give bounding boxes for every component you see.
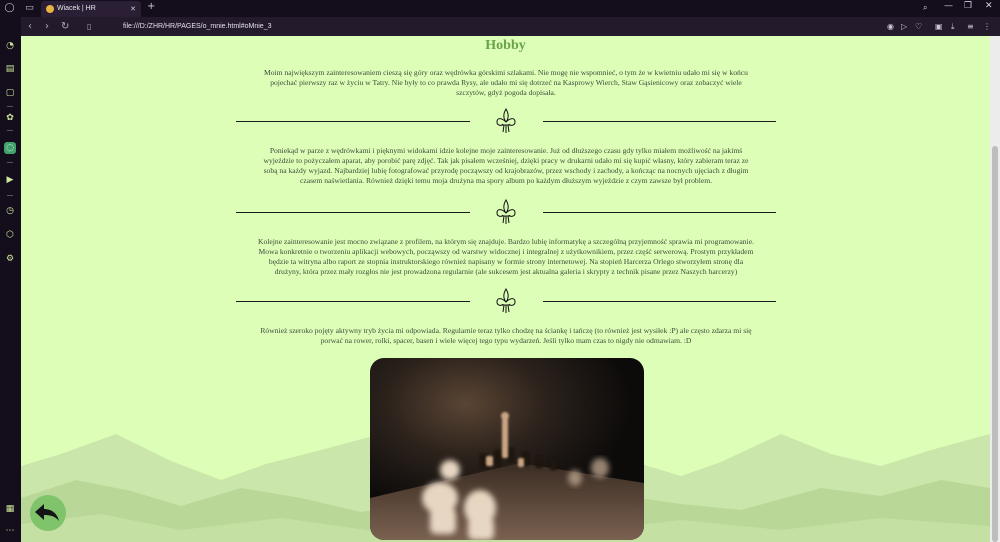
tab-close-icon[interactable]: ✕ <box>130 3 136 15</box>
paragraph-line: porwać na rower, rolki, spacer, basen i … <box>320 336 692 345</box>
shopping-bag-icon[interactable]: ▤ <box>4 63 16 75</box>
twitch-icon[interactable]: ▢ <box>4 87 16 99</box>
send-icon[interactable]: ▷ <box>901 21 907 32</box>
paragraph-line: Poniekąd w parze z wędrówkami i pięknymi… <box>269 146 743 155</box>
opera-menu-icon[interactable]: ◯ <box>4 3 15 14</box>
whatsapp-icon[interactable]: ◌ <box>4 142 16 154</box>
sidebar-separator <box>7 195 13 196</box>
paragraph-line: drużyny, która przez mały rozgłos nie je… <box>274 267 738 276</box>
paragraph-active-life: Również szeroko pojęty aktywny tryb życi… <box>211 326 801 346</box>
more-icon[interactable]: ⋯ <box>4 525 16 537</box>
paragraph-line: będzie ta witryna albo raport ze stopnia… <box>268 257 744 266</box>
paragraph-photography: Poniekąd w parze z wędrówkami i pięknymi… <box>217 146 795 186</box>
restore-button[interactable]: ❐ <box>964 1 972 11</box>
paragraph-line: czasem naświetlania. Również dzięki temu… <box>299 176 713 185</box>
paragraph-line: pojechać pierwszy raz w życiu w Tatry. N… <box>270 78 742 87</box>
section-divider <box>236 199 776 225</box>
paragraph-line: Kolejne zainteresowanie jest mocno związ… <box>258 237 754 246</box>
paragraph-programming: Kolejne zainteresowanie jest mocno związ… <box>211 237 801 277</box>
page-content: Hobby Moim największym zainteresowaniem … <box>21 36 990 542</box>
back-to-top-button[interactable] <box>30 495 66 531</box>
page-scrollbar[interactable] <box>990 36 1000 542</box>
browser-tab[interactable]: Wiacek | HR ✕ <box>41 1 141 17</box>
settings-gear-icon[interactable]: ⚙ <box>4 253 16 265</box>
more-options-icon[interactable]: ⋮ <box>983 21 991 32</box>
chatgpt-icon[interactable]: ✿ <box>4 112 16 124</box>
paragraph-line: sobą na każdy wyjazd. Najbardziej lubię … <box>263 166 749 175</box>
heart-icon[interactable]: ♡ <box>915 21 922 32</box>
pinboard-icon[interactable]: ▦ <box>4 503 16 515</box>
new-tab-button[interactable]: + <box>147 1 155 12</box>
browser-sidebar: ◔ ▤ ▢ ✿ ◌ ▶ ◷ ⬡ ⚙ ▦ ⋯ <box>0 17 21 542</box>
divider-line-right <box>543 121 776 122</box>
download-icon[interactable]: ⤓ <box>951 21 955 32</box>
wallet-icon[interactable]: ▣ <box>935 21 943 32</box>
divider-line-left <box>236 301 470 302</box>
paragraph-line: Mowa konkretnie o tworzeniu aplikacji we… <box>258 247 754 256</box>
paragraph-line: Również szeroko pojęty aktywny tryb życi… <box>260 326 752 335</box>
speed-dial-icon[interactable]: ◔ <box>4 40 16 52</box>
forward-nav-button[interactable]: › <box>45 20 49 33</box>
sidebar-separator <box>7 106 13 107</box>
paragraph-line: szczytów, gdyż pogoda dopisała. <box>456 88 556 97</box>
fleur-de-lis-icon <box>496 108 516 133</box>
fleur-de-lis-icon <box>496 288 516 313</box>
back-nav-button[interactable]: ‹ <box>28 20 32 33</box>
reload-button[interactable]: ↻ <box>61 20 69 33</box>
divider-line-right <box>543 301 776 302</box>
chess-photo <box>370 358 644 540</box>
paragraph-mountains: Moim największym zainteresowaniem cieszą… <box>217 68 795 98</box>
camera-icon[interactable]: ◉ <box>887 21 894 32</box>
scrollbar-thumb[interactable] <box>992 146 998 542</box>
section-divider <box>236 288 776 314</box>
extensions-box-icon[interactable]: ⬡ <box>4 229 16 241</box>
section-divider <box>236 108 776 134</box>
browser-title-bar: ◯ ▭ Wiacek | HR ✕ + ⌕ — ❐ ✕ <box>0 0 1000 17</box>
address-bar: ‹ › ↻ ▯ file:///D:/ZHR/HR/PAGES/o_mnie.h… <box>21 17 1000 36</box>
file-page-icon: ▯ <box>87 22 92 31</box>
fleur-de-lis-icon <box>496 199 516 224</box>
tab-title: Wiacek | HR <box>57 5 96 12</box>
favicon-icon <box>46 5 54 13</box>
tab-manager-icon[interactable]: ▭ <box>24 3 35 14</box>
divider-line-left <box>236 121 470 122</box>
divider-line-right <box>543 212 776 213</box>
minimize-button[interactable]: — <box>944 1 953 11</box>
history-icon[interactable]: ◷ <box>4 205 16 217</box>
paragraph-line: Moim największym zainteresowaniem cieszą… <box>264 68 748 77</box>
section-heading: Hobby <box>485 38 526 53</box>
divider-line-left <box>236 212 470 213</box>
close-window-button[interactable]: ✕ <box>985 1 993 11</box>
search-tabs-icon[interactable]: ⌕ <box>923 3 927 13</box>
music-player-icon[interactable]: ▶ <box>4 174 16 186</box>
menu-icon[interactable]: ≡ <box>967 21 974 32</box>
url-field[interactable]: file:///D:/ZHR/HR/PAGES/o_mnie.html#oMni… <box>123 21 271 32</box>
arrow-back-icon <box>35 504 59 521</box>
paragraph-line: wyjeździe to pożyczałem aparat, aby poro… <box>263 156 749 165</box>
sidebar-separator <box>7 162 13 163</box>
sidebar-separator <box>7 130 13 131</box>
